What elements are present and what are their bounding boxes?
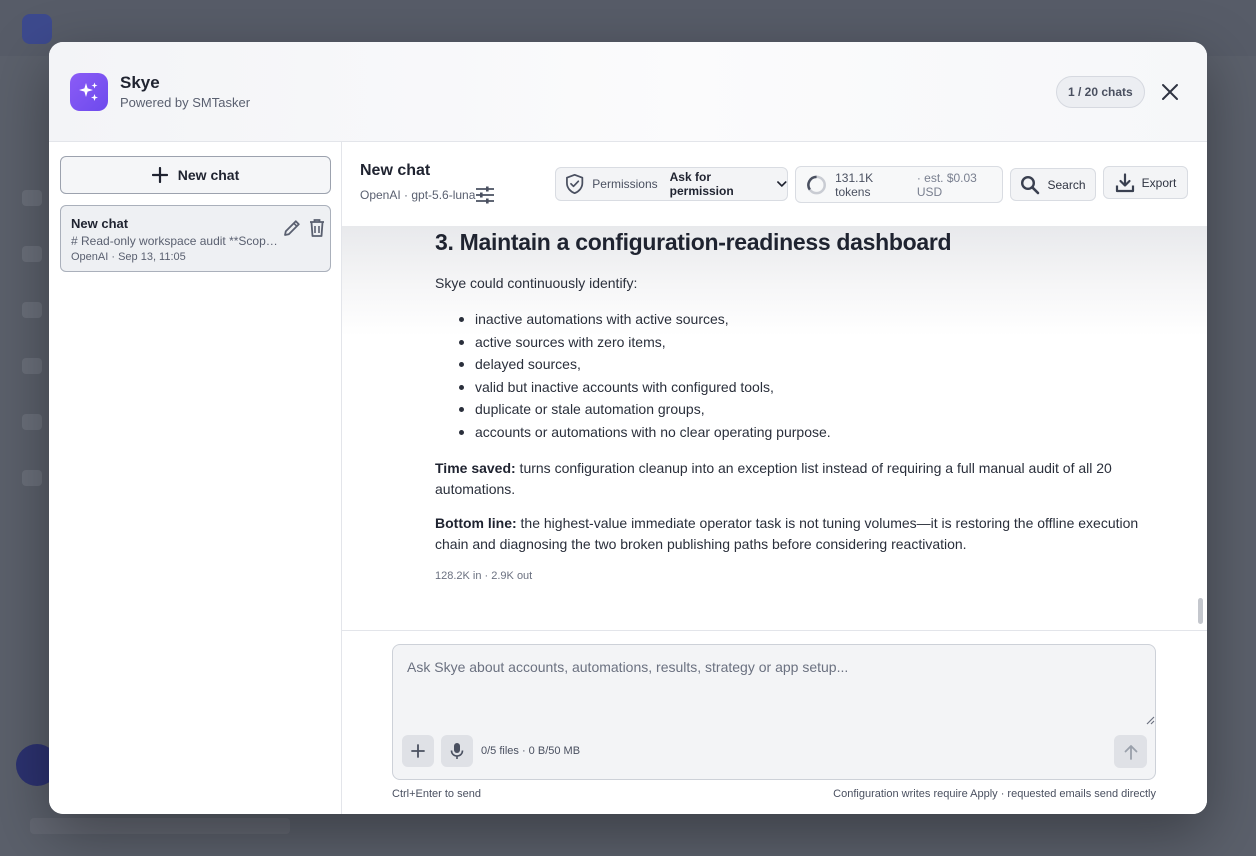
composer: 0/5 files · 0 B/50 MB	[392, 644, 1156, 780]
background-nav-item	[22, 302, 42, 318]
background-logo	[22, 14, 52, 44]
download-icon	[1115, 172, 1134, 192]
permissions-label: Permissions	[592, 177, 658, 191]
sparkle-icon	[70, 73, 108, 111]
arrow-up-icon	[1124, 744, 1137, 760]
list-item: delayed sources,	[459, 354, 831, 377]
permissions-select[interactable]: Ask for permission	[670, 170, 787, 198]
mic-button[interactable]	[441, 735, 473, 767]
message-thread[interactable]: 3. Maintain a configuration-readiness da…	[342, 226, 1207, 630]
permissions-value: Ask for permission	[669, 170, 734, 198]
files-status: 0/5 files · 0 B/50 MB	[481, 745, 581, 757]
message-heading: 3. Maintain a configuration-readiness da…	[435, 229, 952, 255]
trash-icon[interactable]	[307, 217, 327, 239]
chat-main: New chat OpenAI · gpt-5.6-luna Permissio…	[342, 142, 1207, 814]
background-nav-item	[22, 470, 42, 486]
plus-icon	[411, 744, 425, 758]
list-item: valid but inactive accounts with configu…	[459, 377, 831, 400]
background-nav-item	[22, 414, 42, 430]
list-item: inactive automations with active sources…	[459, 309, 831, 332]
plus-icon	[151, 167, 168, 183]
modal-header: Skye Powered by SMTasker 1 / 20 chats	[49, 42, 1207, 142]
chat-item-preview: # Read-only workspace audit **Scope...	[71, 234, 281, 248]
chat-count-badge: 1 / 20 chats	[1056, 76, 1145, 108]
config-hint: Configuration writes require Apply · req…	[833, 788, 1156, 800]
search-button[interactable]: Search	[1010, 168, 1096, 201]
chat-toolbar: New chat OpenAI · gpt-5.6-luna Permissio…	[342, 142, 1207, 226]
skye-chat-modal: Skye Powered by SMTasker 1 / 20 chats Ne…	[49, 42, 1207, 814]
attach-button[interactable]	[402, 735, 434, 767]
shield-icon	[566, 173, 584, 195]
chevron-down-icon	[777, 181, 787, 187]
close-icon	[1162, 84, 1178, 100]
send-hint: Ctrl+Enter to send	[392, 788, 481, 800]
bottom-line-paragraph: Bottom line: the highest-value immediate…	[435, 513, 1147, 554]
chat-sidebar: New chat New chat # Read-only workspace …	[49, 142, 342, 814]
time-saved-text: turns configuration cleanup into an exce…	[435, 460, 1112, 497]
list-item: duplicate or stale automation groups,	[459, 399, 831, 422]
mic-icon	[450, 743, 464, 759]
send-button[interactable]	[1114, 735, 1147, 768]
token-count: 131.1K tokens	[835, 170, 874, 199]
close-button[interactable]	[1157, 79, 1183, 105]
search-label: Search	[1047, 177, 1086, 192]
message-input[interactable]	[393, 645, 1155, 727]
model-label: OpenAI · gpt-5.6-luna	[360, 188, 476, 202]
export-button[interactable]: Export	[1103, 166, 1188, 199]
search-icon	[1021, 175, 1040, 194]
spinner-icon	[807, 175, 826, 194]
token-cost: · est. $0.03 USD	[916, 170, 977, 199]
edit-icon[interactable]	[281, 217, 303, 239]
background-footer	[30, 818, 290, 834]
token-usage: 131.1K tokens · est. $0.03 USD	[795, 166, 1003, 203]
bottom-line-text: the highest-value immediate operator tas…	[435, 515, 1139, 552]
sliders-icon[interactable]	[475, 185, 495, 205]
time-saved-paragraph: Time saved: turns configuration cleanup …	[435, 458, 1147, 499]
chat-title: New chat	[360, 162, 431, 179]
background-nav-item	[22, 358, 42, 374]
chat-item-title: New chat	[71, 216, 129, 231]
chat-list-item[interactable]: New chat # Read-only workspace audit **S…	[60, 205, 331, 272]
list-item: accounts or automations with no clear op…	[459, 422, 831, 445]
composer-area: 0/5 files · 0 B/50 MB Ctrl+Enter to send…	[342, 630, 1207, 814]
bottom-line-label: Bottom line:	[435, 515, 517, 531]
message-bullet-list: inactive automations with active sources…	[459, 309, 831, 445]
message-intro: Skye could continuously identify:	[435, 275, 638, 291]
scrollbar-thumb[interactable]	[1198, 598, 1203, 624]
new-chat-label: New chat	[177, 167, 240, 183]
app-subtitle: Powered by SMTasker	[120, 95, 251, 110]
background-nav-item	[22, 190, 42, 206]
app-title: Skye	[120, 73, 160, 92]
time-saved-label: Time saved:	[435, 460, 516, 476]
background-nav-item	[22, 246, 42, 262]
resize-grip-icon[interactable]	[1145, 715, 1155, 725]
chat-item-meta: OpenAI · Sep 13, 11:05	[71, 251, 186, 263]
message-usage: 128.2K in · 2.9K out	[435, 570, 533, 582]
export-label: Export	[1141, 175, 1177, 190]
list-item: active sources with zero items,	[459, 332, 831, 355]
permissions-control: Permissions Ask for permission	[555, 167, 788, 201]
new-chat-button[interactable]: New chat	[60, 156, 331, 194]
